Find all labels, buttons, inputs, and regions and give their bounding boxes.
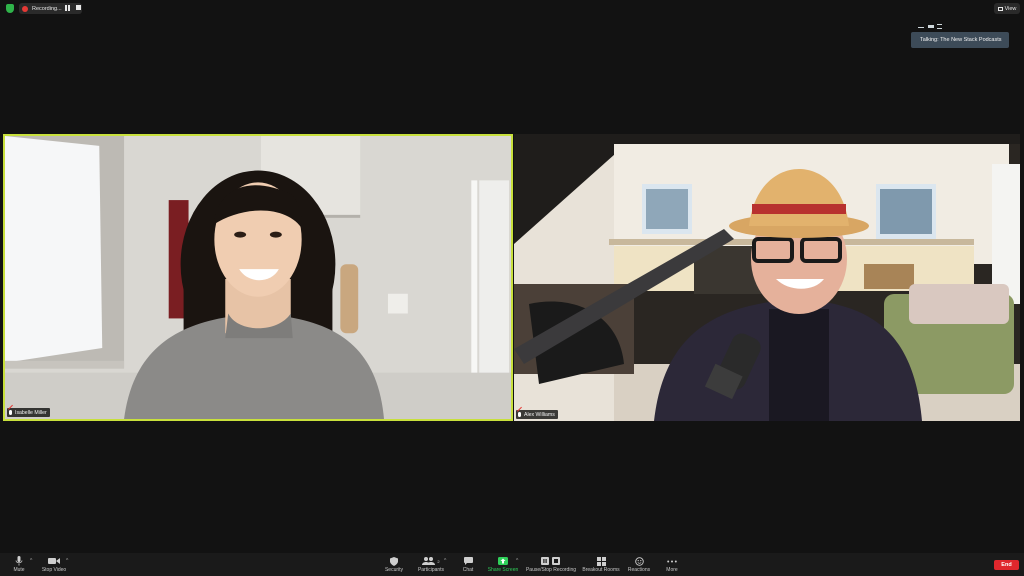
breakout-rooms-label: Breakout Rooms (582, 567, 620, 573)
encryption-shield-icon[interactable] (6, 4, 14, 13)
stop-recording-icon[interactable] (76, 5, 81, 10)
participants-options-chevron-icon[interactable]: ^ (444, 558, 446, 564)
chat-bubble-icon (463, 556, 473, 566)
view-button[interactable]: View (994, 3, 1020, 14)
more-label: More (666, 567, 678, 573)
breakout-rooms-button[interactable]: Breakout Rooms (582, 553, 620, 576)
muted-mic-icon (9, 410, 12, 415)
participants-icon: 2 (422, 556, 440, 566)
end-label: End (1001, 562, 1012, 568)
reactions-button[interactable]: Reactions (626, 553, 652, 576)
recording-label: Recording... (32, 5, 62, 12)
talking-indicator: Talking: The New Stack Podcasts (911, 32, 1009, 48)
breakout-rooms-icon (596, 556, 606, 566)
participant-name-tag: Alex Williams (516, 410, 558, 419)
pause-recording-icon[interactable] (65, 5, 70, 11)
participant-name: Alex Williams (524, 411, 555, 418)
talking-label: Talking: The New Stack Podcasts (920, 37, 1002, 43)
participants-label: Participants (417, 567, 445, 573)
mini-window-controls (916, 22, 944, 30)
meeting-top-bar: Recording... View (0, 0, 1024, 17)
participant-name: Isabelle Miller (15, 409, 47, 416)
share-screen-button[interactable]: Share Screen (486, 553, 520, 576)
stop-video-button[interactable]: Stop Video (40, 553, 68, 576)
share-screen-label: Share Screen (487, 567, 519, 573)
mute-label: Mute (13, 567, 25, 573)
microphone-icon (15, 556, 23, 566)
audio-options-chevron-icon[interactable]: ^ (30, 558, 32, 564)
shield-icon (390, 556, 398, 566)
security-button[interactable]: Security (384, 553, 404, 576)
pause-stop-recording-label: Pause/Stop Recording (525, 567, 577, 573)
recording-indicator: Recording... (19, 3, 82, 14)
end-meeting-button[interactable]: End (994, 560, 1019, 570)
chat-label: Chat (462, 567, 474, 573)
pause-stop-recording-icon (541, 556, 561, 566)
video-camera-icon (48, 556, 60, 566)
grid-view-icon (997, 6, 1003, 11)
participants-count: 2 (437, 558, 440, 564)
view-label: View (1004, 5, 1017, 12)
more-button[interactable]: More (662, 553, 682, 576)
muted-mic-icon (518, 412, 521, 417)
participant-video-feed (5, 136, 511, 419)
chat-button[interactable]: Chat (459, 553, 477, 576)
participants-button[interactable]: 2 Participants (416, 553, 446, 576)
participant-name-tag: Isabelle Miller (7, 408, 50, 417)
participant-video-feed (514, 134, 1020, 421)
minimize-icon[interactable] (918, 27, 924, 28)
share-screen-icon (498, 556, 508, 566)
video-tile-alex-williams[interactable]: Alex Williams (514, 134, 1020, 421)
stop-video-label: Stop Video (41, 567, 67, 573)
menu-icon[interactable] (937, 24, 942, 29)
meeting-toolbar: Mute ^ Stop Video ^ Security 2 Participa… (0, 553, 1024, 576)
mute-button[interactable]: Mute (8, 553, 30, 576)
window-mode-icon[interactable] (928, 25, 934, 28)
share-options-chevron-icon[interactable]: ^ (516, 558, 518, 564)
reactions-label: Reactions (627, 567, 651, 573)
video-options-chevron-icon[interactable]: ^ (66, 558, 68, 564)
pause-stop-recording-button[interactable]: Pause/Stop Recording (524, 553, 578, 576)
more-dots-icon (667, 556, 677, 566)
reactions-emoji-icon (634, 556, 644, 566)
recording-dot-icon (22, 5, 28, 12)
video-tile-isabelle-miller[interactable]: Isabelle Miller (3, 134, 513, 421)
security-label: Security (384, 567, 404, 573)
